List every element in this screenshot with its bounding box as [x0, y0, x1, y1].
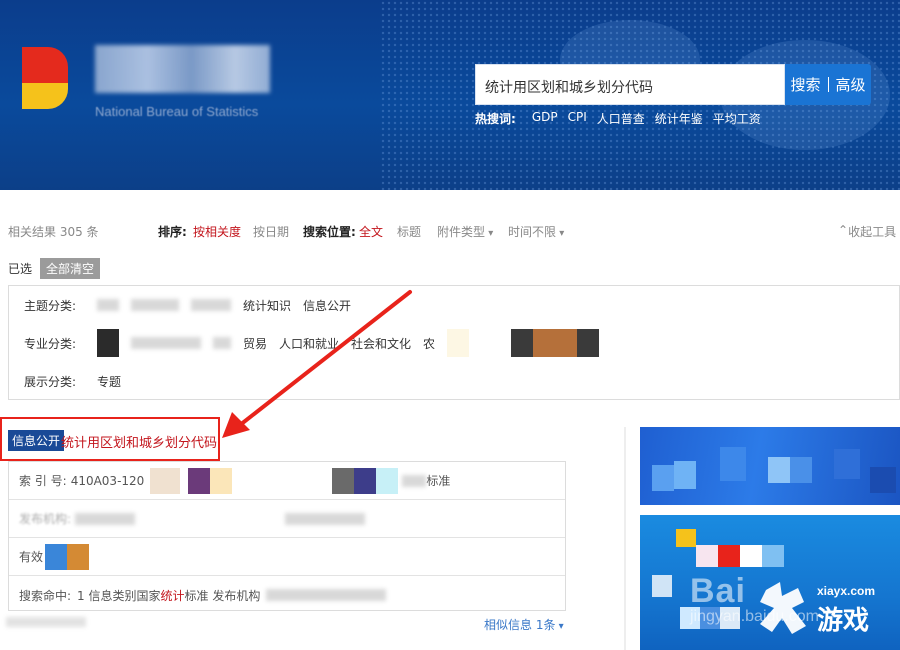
- attachment-type-dropdown[interactable]: 附件类型: [437, 223, 493, 240]
- blurred-item[interactable]: [213, 337, 231, 349]
- topic-item[interactable]: 信息公开: [303, 297, 351, 314]
- blurred-item: [6, 617, 86, 627]
- mosaic-block: [67, 543, 90, 570]
- blurred-item[interactable]: [131, 337, 201, 349]
- search-position-label: 搜索位置:: [303, 225, 356, 239]
- hot-words: 热搜词: GDP CPI 人口普查 统计年鉴 平均工资: [475, 110, 761, 127]
- professional-label: 专业分类:: [24, 336, 77, 351]
- clear-all-button[interactable]: 全部清空: [40, 257, 101, 279]
- separator: [827, 77, 829, 92]
- mosaic-block: [188, 467, 211, 494]
- hot-word-link[interactable]: CPI: [568, 110, 587, 127]
- sort-by-relevance[interactable]: 按相关度: [193, 223, 241, 240]
- search-input[interactable]: 统计用区划和城乡划分代码: [475, 64, 785, 105]
- mosaic-block: [447, 329, 470, 357]
- professional-filter-row: 专业分类: 贸易 人口和就业 社会和文化 农: [9, 324, 899, 362]
- index-value: 410A03-120: [70, 473, 145, 488]
- hot-word-link[interactable]: 人口普查: [597, 110, 645, 127]
- filter-panel: 主题分类: 统计知识 信息公开 专业分类: 贸易 人口和就业 社会和文化 农 展…: [8, 285, 900, 400]
- blurred-item[interactable]: [191, 299, 231, 311]
- hit-suffix: 标准 发布机构: [184, 588, 261, 603]
- professional-item[interactable]: 社会和文化: [351, 335, 411, 352]
- display-item[interactable]: 专题: [97, 373, 121, 390]
- professional-item[interactable]: 贸易: [243, 335, 267, 352]
- mosaic-block: [150, 467, 181, 494]
- sort-toolbar: 相关结果 305 条 排序: 按相关度 按日期 搜索位置: 全文 标题 附件类型…: [8, 223, 898, 239]
- sort-by-date[interactable]: 按日期: [253, 223, 289, 240]
- site-logo-icon[interactable]: [22, 47, 68, 109]
- display-filter-row: 展示分类: 专题: [9, 362, 899, 400]
- hit-highlight: 统计: [160, 588, 185, 603]
- xiayx-site: xiayx.com: [817, 584, 876, 598]
- baidu-watermark: Bai: [690, 572, 746, 610]
- search-button-group[interactable]: 搜索 高级: [785, 64, 871, 105]
- hot-word-link[interactable]: GDP: [532, 110, 558, 127]
- display-label: 展示分类:: [24, 374, 77, 389]
- hot-word-link[interactable]: 平均工资: [713, 110, 761, 127]
- mosaic-block: [332, 467, 355, 494]
- mosaic-block: [97, 329, 119, 357]
- result-count: 相关结果 305 条: [8, 225, 99, 239]
- professional-item[interactable]: 人口和就业: [279, 335, 339, 352]
- mosaic-block: [210, 467, 233, 494]
- mosaic-block: [511, 329, 600, 357]
- blurred-item: [266, 589, 387, 601]
- professional-item[interactable]: 农: [423, 335, 435, 352]
- collapse-tools-button[interactable]: ⌃ 收起工具: [838, 223, 896, 239]
- mosaic-block: [354, 467, 377, 494]
- ad-banner[interactable]: [640, 427, 900, 505]
- xiayx-site-cn: 游戏: [817, 606, 870, 636]
- collapse-tools-label: 收起工具: [848, 225, 897, 239]
- mosaic-block: [45, 543, 68, 570]
- publisher-label: 发布机构:: [19, 512, 72, 526]
- sort-label: 排序:: [158, 225, 187, 239]
- meta-row: 发布机构:: [9, 500, 565, 538]
- advanced-search-button[interactable]: 高级: [836, 74, 866, 95]
- result-tag: 信息公开: [8, 430, 65, 451]
- search-input-value: 统计用区划和城乡划分代码: [485, 80, 653, 96]
- result-meta-table: 索 引 号: 410A03-120 标准 发布机构: 有效 搜索命中: 1 信息…: [8, 461, 566, 611]
- index-label: 索 引 号:: [19, 474, 67, 488]
- position-title[interactable]: 标题: [397, 223, 421, 240]
- topic-label: 主题分类:: [24, 298, 77, 313]
- hot-word-link[interactable]: 统计年鉴: [655, 110, 703, 127]
- result-title-link[interactable]: 统计用区划和城乡划分代码: [61, 432, 217, 451]
- site-subtitle: National Bureau of Statistics: [95, 104, 259, 119]
- topic-item[interactable]: 统计知识: [243, 297, 291, 314]
- blurred-item: [75, 512, 136, 525]
- selected-label: 已选: [8, 261, 33, 276]
- site-name-blurred: [95, 45, 270, 93]
- selected-filters: 已选 全部清空: [8, 257, 101, 279]
- hit-label: 搜索命中:: [19, 588, 72, 603]
- meta-row: 搜索命中: 1 信息类别国家 统计 标准 发布机构: [9, 576, 565, 614]
- valid-label: 有效: [19, 550, 44, 564]
- blurred-item: [402, 474, 427, 487]
- xiayx-logo-icon: [760, 582, 806, 634]
- blurred-item: [285, 512, 366, 525]
- meta-row: 有效: [9, 538, 565, 576]
- blurred-item[interactable]: [131, 299, 179, 311]
- position-fulltext[interactable]: 全文: [359, 223, 383, 240]
- mosaic-block: [376, 467, 399, 494]
- category-suffix: 标准: [426, 474, 451, 488]
- column-divider: [624, 427, 626, 650]
- similar-info-link[interactable]: 相似信息 1条: [484, 616, 564, 633]
- topic-filter-row: 主题分类: 统计知识 信息公开: [9, 286, 899, 324]
- blurred-item[interactable]: [97, 299, 119, 311]
- meta-row: 索 引 号: 410A03-120 标准: [9, 462, 565, 500]
- hot-words-label: 热搜词:: [475, 112, 516, 126]
- time-dropdown[interactable]: 时间不限: [508, 223, 564, 240]
- hit-prefix: 1 信息类别国家: [77, 588, 161, 603]
- search-button[interactable]: 搜索: [790, 74, 820, 95]
